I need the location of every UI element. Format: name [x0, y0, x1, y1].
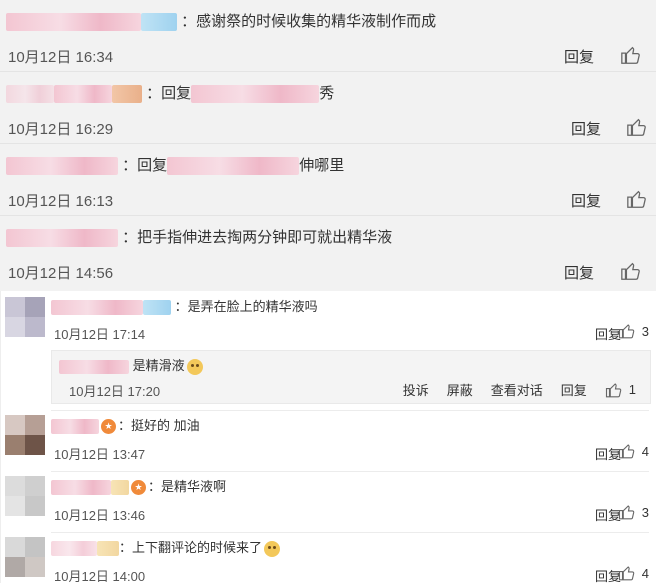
blurred-username[interactable] [59, 359, 129, 374]
comment-item: ：把手指伸进去掏两分钟即可就出精华液 10月12日 14:56 回复 [0, 216, 656, 287]
comment-text: ：是精华液啊 [148, 479, 227, 494]
comment-item: ★ ：挺好的 加油 10月12日 13:47 回复 4 [1, 411, 656, 471]
top-comment-section: ：感谢祭的时候收集的精华液制作而成 10月12日 16:34 回复 ：回复 秀 1… [0, 0, 656, 291]
reply-button[interactable]: 回复 [564, 46, 594, 67]
like-count: 4 [641, 565, 649, 581]
like-count: 1 [628, 382, 636, 397]
avatar[interactable] [5, 537, 45, 577]
like-button[interactable]: 3 [618, 322, 649, 340]
thumb-up-icon[interactable] [620, 260, 642, 282]
sub-reply-time: 10月12日 17:20 [69, 384, 161, 399]
blurred-username [112, 85, 142, 104]
smile-emoji-icon [186, 358, 203, 375]
comment-time: 10月12日 16:34 [8, 49, 114, 66]
like-button[interactable]: 1 [605, 381, 636, 399]
sub-reply-text: 是精滑液 [132, 358, 185, 373]
blurred-username [141, 13, 177, 32]
comment-time: 10月12日 14:00 [54, 569, 146, 584]
comment-time: 10月12日 16:13 [8, 193, 114, 210]
comment-item: ：上下翻评论的时候来了 10月12日 14:00 回复 4 [1, 533, 656, 584]
blurred-mention[interactable] [167, 157, 300, 176]
comment-text-suffix: 秀 [319, 85, 335, 102]
like-button[interactable]: 3 [618, 503, 649, 521]
comment-time: 10月12日 17:14 [54, 327, 146, 342]
vip-badge-icon: ★ [131, 480, 146, 496]
thumb-up-icon[interactable] [626, 116, 648, 138]
blurred-username[interactable] [51, 541, 97, 557]
like-button[interactable]: 4 [618, 564, 649, 582]
comment-item: ：回复 伸哪里 10月12日 16:13 回复 [0, 144, 656, 216]
blurred-username [111, 480, 129, 496]
blurred-username[interactable] [6, 157, 118, 176]
comment-text: ：是弄在脸上的精华液吗 [174, 299, 318, 314]
comment-item: ：回复 秀 10月12日 16:29 回复 [0, 72, 656, 144]
blurred-username[interactable] [51, 480, 111, 496]
blurred-username [97, 541, 119, 557]
like-count: 3 [641, 504, 649, 520]
like-button[interactable]: 4 [618, 442, 649, 460]
report-button[interactable]: 投诉 [403, 380, 429, 399]
block-button[interactable]: 屏蔽 [447, 380, 473, 399]
smile-emoji-icon [264, 540, 281, 557]
blurred-mention[interactable] [191, 85, 320, 104]
comment-item: ★ ：是精华液啊 10月12日 13:46 回复 3 [1, 472, 656, 532]
comment-item: ：是弄在脸上的精华液吗 10月12日 17:14 回复 3 是精滑液 10月12… [1, 291, 656, 410]
thumb-up-icon[interactable] [626, 188, 648, 210]
comment-text-prefix: ：回复 [146, 85, 192, 102]
blurred-username[interactable] [51, 419, 99, 435]
comment-time: 10月12日 14:56 [8, 265, 114, 282]
reply-button[interactable]: 回复 [571, 118, 601, 139]
reply-button[interactable]: 回复 [561, 380, 587, 399]
like-count: 4 [641, 443, 649, 459]
comment-item: ：感谢祭的时候收集的精华液制作而成 10月12日 16:34 回复 [0, 0, 656, 72]
blurred-username[interactable] [6, 13, 141, 32]
comment-text-suffix: 伸哪里 [299, 157, 345, 174]
comment-text: ：挺好的 加油 [118, 418, 200, 433]
reply-button[interactable]: 回复 [571, 190, 601, 211]
thumb-up-icon[interactable] [620, 44, 642, 66]
like-count: 3 [641, 323, 649, 339]
blurred-username[interactable] [6, 85, 54, 104]
thumb-up-icon [618, 322, 636, 340]
blurred-username [54, 85, 112, 104]
comment-text-prefix: ：回复 [122, 157, 168, 174]
reply-button[interactable]: 回复 [564, 262, 594, 283]
comment-time: 10月12日 16:29 [8, 121, 114, 138]
comment-time: 10月12日 13:46 [54, 508, 146, 523]
comment-time: 10月12日 13:47 [54, 447, 146, 462]
sub-reply: 是精滑液 10月12日 17:20 投诉 屏蔽 查看对话 回复 1 [51, 350, 651, 404]
avatar[interactable] [5, 476, 45, 516]
comment-text: ：上下翻评论的时候来了 [119, 540, 263, 555]
blurred-username[interactable] [51, 300, 143, 316]
vip-badge-icon: ★ [101, 419, 116, 435]
thumb-up-icon [618, 442, 636, 460]
thumb-up-icon [605, 381, 623, 399]
bottom-comment-section: ：是弄在脸上的精华液吗 10月12日 17:14 回复 3 是精滑液 10月12… [0, 291, 656, 584]
blurred-username[interactable] [6, 229, 118, 248]
avatar[interactable] [5, 415, 45, 455]
comment-text: ：把手指伸进去掏两分钟即可就出精华液 [122, 229, 393, 246]
view-conversation-button[interactable]: 查看对话 [491, 380, 543, 399]
blurred-username [143, 300, 171, 316]
thumb-up-icon [618, 564, 636, 582]
comment-text: ：感谢祭的时候收集的精华液制作而成 [181, 13, 437, 30]
thumb-up-icon [618, 503, 636, 521]
avatar[interactable] [5, 297, 45, 337]
